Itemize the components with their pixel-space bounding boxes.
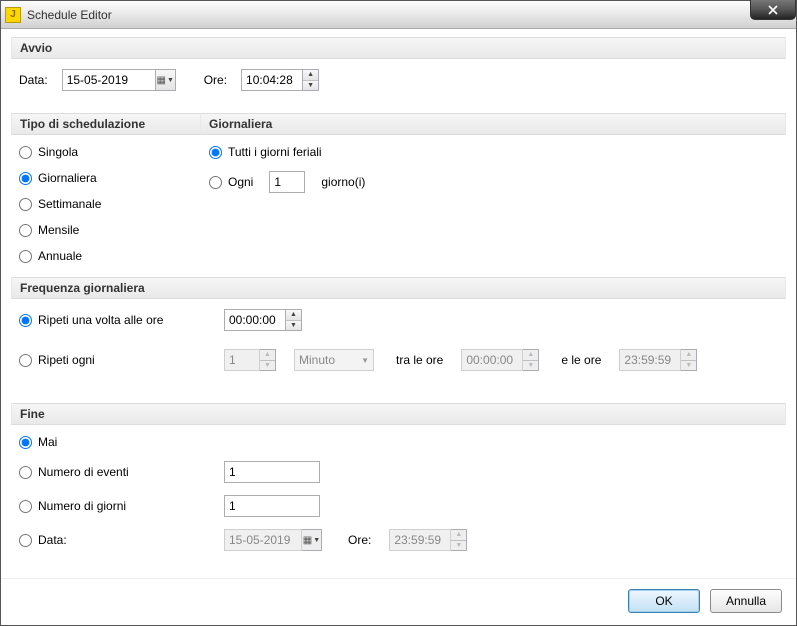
label-fine-data[interactable]: Data: xyxy=(38,533,218,547)
section-header-avvio: Avvio xyxy=(11,37,786,59)
section-header-tipo: Tipo di schedulazione xyxy=(11,113,201,135)
spinner-up-icon[interactable]: ▲ xyxy=(303,70,318,81)
spinner-up-icon: ▲ xyxy=(451,530,466,541)
spinner-down-icon[interactable]: ▼ xyxy=(303,81,318,91)
radio-settimanale[interactable] xyxy=(19,198,32,211)
radio-ogni[interactable] xyxy=(209,176,222,189)
label-settimanale[interactable]: Settimanale xyxy=(38,197,101,211)
section-header-giornaliera: Giornaliera xyxy=(201,113,786,135)
numero-giorni-input[interactable] xyxy=(224,495,320,517)
radio-mensile[interactable] xyxy=(19,224,32,237)
avvio-ore-spinner[interactable]: ▲ ▼ xyxy=(303,69,319,91)
label-ripeti-una-volta[interactable]: Ripeti una volta alle ore xyxy=(38,313,218,327)
section-header-frequenza: Frequenza giornaliera xyxy=(11,277,786,299)
spinner-up-icon: ▲ xyxy=(260,350,275,361)
ogni-value-input[interactable] xyxy=(269,171,305,193)
fine-ore-spinner: ▲ ▼ xyxy=(451,529,467,551)
radio-mai[interactable] xyxy=(19,436,32,449)
ok-button[interactable]: OK xyxy=(628,589,700,613)
tra-time-input xyxy=(461,349,523,371)
spinner-down-icon: ▼ xyxy=(260,361,275,371)
label-mai[interactable]: Mai xyxy=(38,435,57,449)
footer: OK Annulla xyxy=(1,578,796,625)
app-icon: J xyxy=(5,7,21,23)
window-title: Schedule Editor xyxy=(27,8,112,22)
spinner-up-icon[interactable]: ▲ xyxy=(286,310,301,321)
chevron-down-icon: ▼ xyxy=(361,356,369,365)
label-giornaliera[interactable]: Giornaliera xyxy=(38,171,97,185)
avvio-data-input[interactable] xyxy=(62,69,156,91)
label-ripeti-ogni[interactable]: Ripeti ogni xyxy=(38,353,218,367)
label-annuale[interactable]: Annuale xyxy=(38,249,82,263)
ripeti-ogni-value xyxy=(224,349,260,371)
fine-ore-input xyxy=(389,529,451,551)
radio-fine-data[interactable] xyxy=(19,534,32,547)
radio-ripeti-ogni[interactable] xyxy=(19,354,32,367)
cancel-button[interactable]: Annulla xyxy=(710,589,782,613)
section-header-fine: Fine xyxy=(11,403,786,425)
calendar-icon: ▦ xyxy=(303,535,312,546)
numero-eventi-input[interactable] xyxy=(224,461,320,483)
avvio-data-label: Data: xyxy=(19,73,48,87)
label-numero-eventi[interactable]: Numero di eventi xyxy=(38,465,218,479)
calendar-icon: ▦ xyxy=(156,75,165,86)
label-tra-le-ore: tra le ore xyxy=(396,353,443,367)
avvio-ore-label: Ore: xyxy=(204,73,227,87)
spinner-down-icon[interactable]: ▼ xyxy=(286,321,301,331)
label-mensile[interactable]: Mensile xyxy=(38,223,79,237)
chevron-down-icon: ▼ xyxy=(313,537,320,544)
radio-singola[interactable] xyxy=(19,146,32,159)
fine-data-input xyxy=(224,529,302,551)
label-ogni-suffix: giorno(i) xyxy=(321,175,365,189)
radio-tutti-feriali[interactable] xyxy=(209,146,222,159)
label-tutti-feriali[interactable]: Tutti i giorni feriali xyxy=(228,145,322,159)
spinner-down-icon: ▼ xyxy=(451,541,466,551)
avvio-ore-input[interactable] xyxy=(241,69,303,91)
spinner-down-icon: ▼ xyxy=(523,361,538,371)
e-time-spinner: ▲ ▼ xyxy=(681,349,697,371)
tra-time-spinner: ▲ ▼ xyxy=(523,349,539,371)
label-ogni[interactable]: Ogni xyxy=(228,175,253,189)
label-numero-giorni[interactable]: Numero di giorni xyxy=(38,499,218,513)
label-e-le-ore: e le ore xyxy=(561,353,601,367)
label-singola[interactable]: Singola xyxy=(38,145,78,159)
fine-data-picker: ▦▼ xyxy=(302,529,322,551)
radio-giornaliera[interactable] xyxy=(19,172,32,185)
close-icon xyxy=(768,5,778,15)
ripeti-ogni-spinner: ▲ ▼ xyxy=(260,349,276,371)
titlebar: J Schedule Editor xyxy=(1,1,796,29)
ripeti-una-volta-spinner[interactable]: ▲ ▼ xyxy=(286,309,302,331)
spinner-up-icon: ▲ xyxy=(523,350,538,361)
spinner-down-icon: ▼ xyxy=(681,361,696,371)
spinner-up-icon: ▲ xyxy=(681,350,696,361)
fine-ore-label: Ore: xyxy=(348,533,371,547)
ripeti-una-volta-time[interactable] xyxy=(224,309,286,331)
radio-numero-eventi[interactable] xyxy=(19,466,32,479)
ripeti-ogni-unit-text: Minuto xyxy=(299,353,335,367)
e-time-input xyxy=(619,349,681,371)
radio-numero-giorni[interactable] xyxy=(19,500,32,513)
chevron-down-icon: ▼ xyxy=(167,77,174,84)
ripeti-ogni-unit-select: Minuto ▼ xyxy=(294,349,374,371)
avvio-data-picker[interactable]: ▦▼ xyxy=(156,69,176,91)
radio-annuale[interactable] xyxy=(19,250,32,263)
radio-ripeti-una-volta[interactable] xyxy=(19,314,32,327)
close-button[interactable] xyxy=(750,0,796,20)
